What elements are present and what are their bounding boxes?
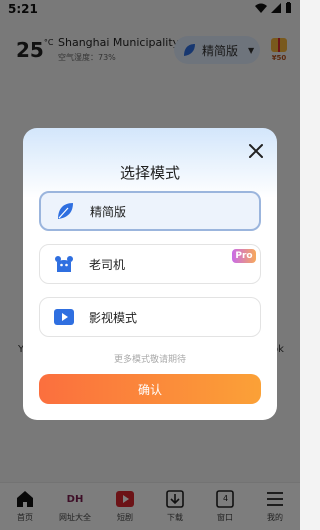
confirm-button[interactable]: 确认 — [39, 374, 261, 404]
dialog-title: 选择模式 — [119, 164, 180, 182]
option-label: 老司机 — [89, 257, 126, 272]
option-old-driver-mode[interactable]: 老司机 Pro — [39, 244, 261, 284]
mode-select-dialog: 选择模式 精简版 老司机 Pro 影视模式 更多模式敬请期待 确认 — [23, 128, 277, 420]
option-video-mode[interactable]: 影视模式 — [39, 297, 261, 337]
video-play-icon — [53, 306, 75, 328]
option-label: 影视模式 — [89, 310, 138, 325]
leaf-icon — [54, 200, 76, 222]
pro-badge: Pro — [232, 249, 256, 263]
close-icon[interactable] — [247, 142, 265, 160]
option-lite-mode[interactable]: 精简版 — [39, 191, 261, 231]
more-modes-tip: 更多模式敬请期待 — [113, 355, 186, 365]
mascot-icon — [53, 253, 75, 275]
option-label: 精简版 — [90, 204, 127, 219]
